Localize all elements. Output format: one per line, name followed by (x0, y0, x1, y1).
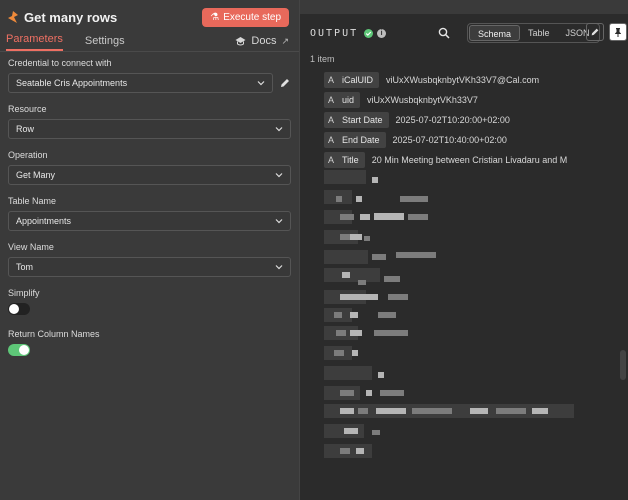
view-switcher: Schema Table JSON (467, 23, 600, 43)
return-column-names-label: Return Column Names (8, 329, 100, 339)
schema-key-pill[interactable]: A iCalUID (324, 72, 380, 88)
node-icon (8, 11, 18, 23)
schema-key: End Date (342, 135, 380, 145)
resource-field: Resource Row (8, 104, 291, 139)
top-strip (300, 0, 628, 14)
string-type-icon: A (328, 135, 335, 145)
output-header: OUTPUT i Schema Table JSON (310, 22, 627, 44)
chevron-down-icon (275, 173, 283, 178)
credential-field: Credential to connect with Seatable Cris… (8, 58, 291, 93)
flask-icon: ⚗ (210, 11, 220, 23)
pin-data-button[interactable] (609, 23, 627, 41)
schema-value: 2025-07-02T10:20:00+02:00 (395, 115, 510, 125)
tab-settings[interactable]: Settings (85, 35, 125, 51)
edit-output-button[interactable] (586, 23, 604, 41)
schema-key-pill[interactable]: A Start Date (324, 112, 389, 128)
schema-value: 20 Min Meeting between Cristian Livadaru… (371, 155, 568, 165)
credential-select[interactable]: Seatable Cris Appointments (8, 73, 273, 93)
string-type-icon: A (328, 95, 335, 105)
schema-value: viUxXWusbqknbytVKh33V7 (367, 95, 478, 105)
external-link-icon: ↗ (281, 35, 289, 46)
simplify-field: Simplify (8, 288, 291, 315)
operation-field: Operation Get Many (8, 150, 291, 185)
table-name-field: Table Name Appointments (8, 196, 291, 231)
view-name-value: Tom (16, 262, 34, 272)
search-icon[interactable] (438, 27, 450, 39)
operation-label: Operation (8, 150, 48, 160)
node-header: Get many rows ⚗ Execute step (0, 0, 299, 34)
view-table-button[interactable]: Table (520, 25, 558, 41)
docs-label: Docs (251, 35, 277, 47)
view-name-field: View Name Tom (8, 242, 291, 277)
table-name-select[interactable]: Appointments (8, 211, 291, 231)
operation-value: Get Many (16, 170, 56, 180)
panel-tabs: Parameters Settings Docs ↗ (0, 33, 299, 52)
schema-view: A iCalUID viUxXWusbqknbytVKh33V7@Cal.com… (324, 70, 628, 170)
credential-label: Credential to connect with (8, 58, 112, 68)
schema-key: Start Date (342, 115, 383, 125)
schema-key-pill[interactable]: A End Date (324, 132, 386, 148)
string-type-icon: A (328, 115, 335, 125)
schema-key: Title (342, 155, 359, 165)
string-type-icon: A (328, 75, 335, 85)
success-check-icon (364, 28, 374, 38)
schema-key-pill[interactable]: A Title (324, 152, 365, 168)
docs-link[interactable]: Docs ↗ (235, 35, 289, 47)
resource-value: Row (16, 124, 35, 134)
chevron-down-icon (257, 81, 265, 86)
edit-icon (591, 28, 599, 36)
simplify-label: Simplify (8, 288, 40, 298)
pencil-icon[interactable] (279, 77, 291, 89)
credential-value: Seatable Cris Appointments (16, 78, 128, 88)
schema-row: A Start Date 2025-07-02T10:20:00+02:00 (324, 110, 628, 130)
schema-row: A Title 20 Min Meeting between Cristian … (324, 150, 628, 170)
execute-step-label: Execute step (223, 11, 281, 23)
schema-key: iCalUID (342, 75, 374, 85)
schema-value: 2025-07-02T10:40:00+02:00 (392, 135, 507, 145)
output-title: OUTPUT (310, 27, 359, 39)
return-column-names-toggle[interactable] (8, 344, 30, 356)
chevron-down-icon (275, 219, 283, 224)
parameters-form: Credential to connect with Seatable Cris… (0, 52, 299, 356)
schema-value: viUxXWusbqknbytVKh33V7@Cal.com (386, 75, 540, 85)
simplify-toggle[interactable] (8, 303, 30, 315)
schema-row: A iCalUID viUxXWusbqknbytVKh33V7@Cal.com (324, 70, 628, 90)
view-schema-button[interactable]: Schema (469, 25, 521, 41)
toggle-knob (9, 304, 19, 314)
view-name-select[interactable]: Tom (8, 257, 291, 277)
string-type-icon: A (328, 155, 335, 165)
chevron-down-icon (275, 265, 283, 270)
schema-key: uid (342, 95, 355, 105)
return-column-names-field: Return Column Names (8, 329, 291, 356)
tab-parameters[interactable]: Parameters (6, 33, 63, 51)
info-icon[interactable]: i (377, 28, 387, 38)
chevron-down-icon (275, 127, 283, 132)
toggle-knob (19, 345, 29, 355)
execute-step-button[interactable]: ⚗ Execute step (202, 7, 289, 27)
operation-select[interactable]: Get Many (8, 165, 291, 185)
schema-row: A End Date 2025-07-02T10:40:00+02:00 (324, 130, 628, 150)
view-name-label: View Name (8, 242, 54, 252)
node-title: Get many rows (24, 9, 118, 25)
schema-row: A uid viUxXWusbqknbytVKh33V7 (324, 90, 628, 110)
item-count: 1 item (310, 54, 335, 64)
table-name-value: Appointments (16, 216, 72, 226)
parameters-panel: Get many rows ⚗ Execute step Parameters … (0, 0, 300, 500)
resource-select[interactable]: Row (8, 119, 291, 139)
schema-key-pill[interactable]: A uid (324, 92, 361, 108)
docs-cap-icon (235, 36, 246, 47)
scrollbar-thumb[interactable] (620, 350, 626, 380)
table-name-label: Table Name (8, 196, 57, 206)
resource-label: Resource (8, 104, 47, 114)
output-panel: OUTPUT i Schema Table JSON 1 item A iCal… (300, 0, 628, 500)
pin-icon (615, 28, 621, 37)
